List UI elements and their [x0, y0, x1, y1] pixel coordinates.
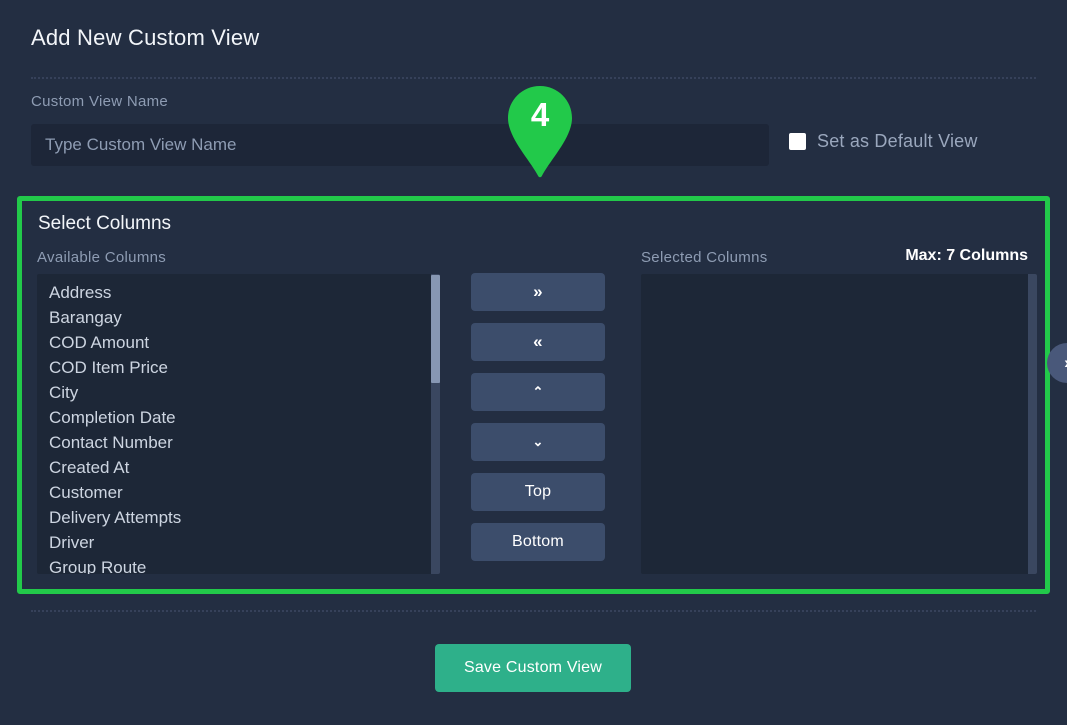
checkbox-icon[interactable]: [789, 133, 806, 150]
selected-columns-label: Selected Columns: [641, 249, 768, 266]
available-column-item[interactable]: Barangay: [37, 305, 440, 330]
next-step-arrow-icon[interactable]: ›: [1047, 343, 1067, 383]
available-column-item[interactable]: Contact Number: [37, 430, 440, 455]
custom-view-name-input[interactable]: [31, 124, 769, 166]
move-left-button[interactable]: «: [471, 323, 605, 361]
set-as-default-view-label: Set as Default View: [817, 131, 978, 151]
available-columns-listbox[interactable]: Address Barangay COD Amount COD Item Price C…: [37, 274, 440, 574]
available-column-item[interactable]: Customer: [37, 480, 440, 505]
available-column-item[interactable]: Group Route: [37, 555, 440, 574]
set-as-default-view-checkbox[interactable]: Set as Default View: [789, 131, 978, 152]
page-title: Add New Custom View: [31, 25, 260, 50]
move-down-button[interactable]: ⌄: [471, 423, 605, 461]
available-scrollbar-thumb[interactable]: [431, 275, 440, 383]
move-right-button[interactable]: »: [471, 273, 605, 311]
available-column-item[interactable]: COD Item Price: [37, 355, 440, 380]
available-column-item[interactable]: Created At: [37, 455, 440, 480]
available-scrollbar-track[interactable]: [431, 274, 440, 574]
selected-columns-listbox[interactable]: [641, 274, 1037, 574]
available-column-item[interactable]: Delivery Attempts: [37, 505, 440, 530]
select-columns-panel: Select Columns Available Columns Selecte…: [17, 196, 1050, 594]
move-up-button[interactable]: ⌃: [471, 373, 605, 411]
available-columns-label: Available Columns: [37, 249, 167, 266]
available-column-item[interactable]: Completion Date: [37, 405, 440, 430]
move-top-button[interactable]: Top: [471, 473, 605, 511]
max-columns-note: Max: 7 Columns: [905, 247, 1028, 264]
column-transfer-buttons: » « ⌃ ⌄ Top Bottom: [471, 273, 605, 561]
select-columns-title: Select Columns: [38, 213, 172, 234]
available-column-item[interactable]: City: [37, 380, 440, 405]
available-column-item[interactable]: Address: [37, 280, 440, 305]
save-custom-view-button[interactable]: Save Custom View: [435, 644, 631, 692]
move-bottom-button[interactable]: Bottom: [471, 523, 605, 561]
divider-top: [31, 77, 1036, 79]
available-column-item[interactable]: COD Amount: [37, 330, 440, 355]
available-columns-list[interactable]: Address Barangay COD Amount COD Item Price C…: [37, 274, 440, 574]
selected-scrollbar-track[interactable]: [1028, 274, 1037, 574]
divider-bottom: [31, 610, 1036, 612]
selected-columns-list[interactable]: [641, 274, 1037, 574]
available-column-item[interactable]: Driver: [37, 530, 440, 555]
custom-view-name-label: Custom View Name: [31, 93, 169, 110]
